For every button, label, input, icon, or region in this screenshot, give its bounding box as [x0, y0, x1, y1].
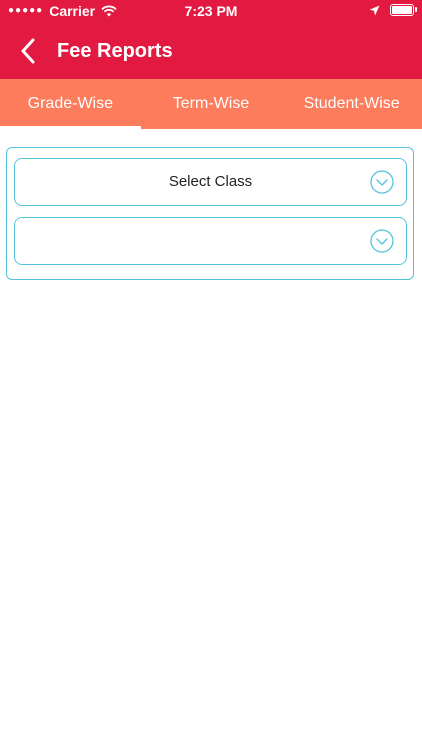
status-bar: ●●●●● Carrier 7:23 PM [0, 0, 422, 22]
chevron-down-icon [370, 229, 394, 253]
second-select-dropdown[interactable] [14, 217, 407, 265]
back-button[interactable] [14, 36, 44, 66]
status-time: 7:23 PM [184, 3, 238, 19]
chevron-down-icon [370, 170, 394, 194]
page-title: Fee Reports [57, 40, 173, 62]
status-right [369, 4, 417, 16]
filter-card: Select Class [6, 147, 414, 280]
location-arrow-icon [369, 5, 380, 15]
tab-term-wise[interactable]: Term-Wise [141, 79, 282, 129]
nav-bar: Fee Reports [0, 22, 422, 79]
battery-icon [390, 4, 417, 16]
tab-grade-wise[interactable]: Grade-Wise [0, 79, 141, 129]
tab-student-wise[interactable]: Student-Wise [281, 79, 422, 129]
select-class-dropdown[interactable]: Select Class [14, 158, 407, 206]
second-select-label [15, 218, 406, 264]
tab-bar: Grade-Wise Term-Wise Student-Wise [0, 79, 422, 129]
select-class-label: Select Class [168, 173, 253, 190]
chevron-left-icon [21, 38, 35, 64]
